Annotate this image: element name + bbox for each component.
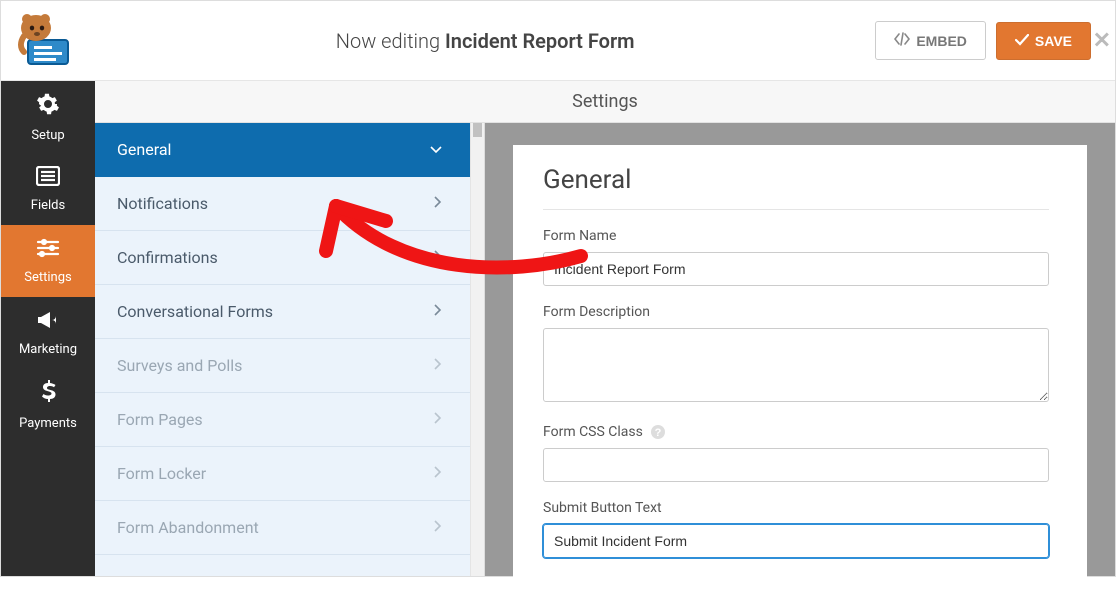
gear-icon <box>36 92 60 122</box>
field-form-name: Form Name <box>543 228 1049 286</box>
form-title-area: Now editing Incident Report Form <box>95 29 875 53</box>
chevron-right-icon <box>434 250 442 266</box>
nav-item-label: Confirmations <box>117 248 218 267</box>
nav-item-label: Surveys and Polls <box>117 356 242 375</box>
wpforms-logo-icon <box>18 14 78 68</box>
left-rail: Setup Fields Settings Marketing Payments <box>1 81 95 576</box>
list-icon <box>36 166 60 192</box>
chevron-right-icon <box>434 412 442 428</box>
nav-item-label: General <box>117 140 171 159</box>
rail-setup-label: Setup <box>31 128 64 143</box>
embed-label: EMBED <box>916 33 967 49</box>
rail-fields-label: Fields <box>31 198 65 213</box>
chevron-right-icon <box>434 358 442 374</box>
field-submit-text: Submit Button Text <box>543 500 1049 558</box>
form-css-label: Form CSS Class ? <box>543 424 1049 440</box>
chevron-right-icon <box>434 196 442 212</box>
form-name-label: Form Name <box>543 228 1049 244</box>
nav-surveys[interactable]: Surveys and Polls <box>95 339 470 393</box>
dollar-icon <box>40 380 56 410</box>
rail-marketing[interactable]: Marketing <box>1 297 95 369</box>
bullhorn-icon <box>36 310 60 336</box>
svg-text:?: ? <box>655 427 662 439</box>
nav-conversational[interactable]: Conversational Forms <box>95 285 470 339</box>
rail-payments-label: Payments <box>19 416 77 431</box>
save-button[interactable]: SAVE <box>996 22 1091 60</box>
rail-settings[interactable]: Settings <box>1 225 95 297</box>
nav-item-label: Form Abandonment <box>117 518 259 537</box>
help-icon[interactable]: ? <box>650 424 666 440</box>
content-area: General Form Name Form Description Form … <box>485 123 1115 576</box>
nav-confirmations[interactable]: Confirmations <box>95 231 470 285</box>
scrollbar[interactable] <box>470 123 484 576</box>
nav-item-label: Form Pages <box>117 410 203 429</box>
nav-notifications[interactable]: Notifications <box>95 177 470 231</box>
code-icon <box>894 32 910 49</box>
chevron-right-icon <box>434 304 442 320</box>
nav-item-label: Conversational Forms <box>117 302 273 321</box>
save-label: SAVE <box>1035 33 1072 49</box>
rail-fields[interactable]: Fields <box>1 153 95 225</box>
settings-panel: General Form Name Form Description Form … <box>513 145 1087 606</box>
form-title: Incident Report Form <box>445 29 635 53</box>
nav-form-abandonment[interactable]: Form Abandonment <box>95 501 470 555</box>
settings-nav: General Notifications Confirmations Conv… <box>95 123 485 576</box>
subheader-title: Settings <box>572 91 638 112</box>
embed-button[interactable]: EMBED <box>875 21 986 60</box>
rail-setup[interactable]: Setup <box>1 81 95 153</box>
chevron-down-icon <box>430 142 442 158</box>
submit-text-label: Submit Button Text <box>543 500 1049 516</box>
scrollbar-thumb[interactable] <box>473 123 482 137</box>
app-logo <box>1 1 95 81</box>
field-form-description: Form Description <box>543 304 1049 406</box>
check-icon <box>1015 33 1029 49</box>
chevron-right-icon <box>434 466 442 482</box>
chevron-right-icon <box>434 520 442 536</box>
nav-item-label: Form Locker <box>117 464 206 483</box>
rail-payments[interactable]: Payments <box>1 369 95 441</box>
form-description-textarea[interactable] <box>543 328 1049 402</box>
field-form-css: Form CSS Class ? <box>543 424 1049 482</box>
nav-general[interactable]: General <box>95 123 470 177</box>
nav-form-pages[interactable]: Form Pages <box>95 393 470 447</box>
header-actions: EMBED SAVE <box>875 21 1115 60</box>
editing-prefix: Now editing <box>336 29 440 53</box>
nav-form-locker[interactable]: Form Locker <box>95 447 470 501</box>
form-description-label: Form Description <box>543 304 1049 320</box>
settings-subheader: Settings <box>95 81 1115 123</box>
rail-marketing-label: Marketing <box>19 342 77 357</box>
topbar: Now editing Incident Report Form EMBED S… <box>1 1 1115 81</box>
rail-settings-label: Settings <box>24 270 71 285</box>
nav-item-label: Notifications <box>117 194 208 213</box>
submit-text-input[interactable] <box>543 524 1049 558</box>
sliders-icon <box>36 238 60 264</box>
panel-heading: General <box>543 165 1049 210</box>
form-name-input[interactable] <box>543 252 1049 286</box>
form-css-input[interactable] <box>543 448 1049 482</box>
form-css-label-text: Form CSS Class <box>543 424 643 440</box>
close-icon[interactable]: ✕ <box>1093 28 1111 53</box>
